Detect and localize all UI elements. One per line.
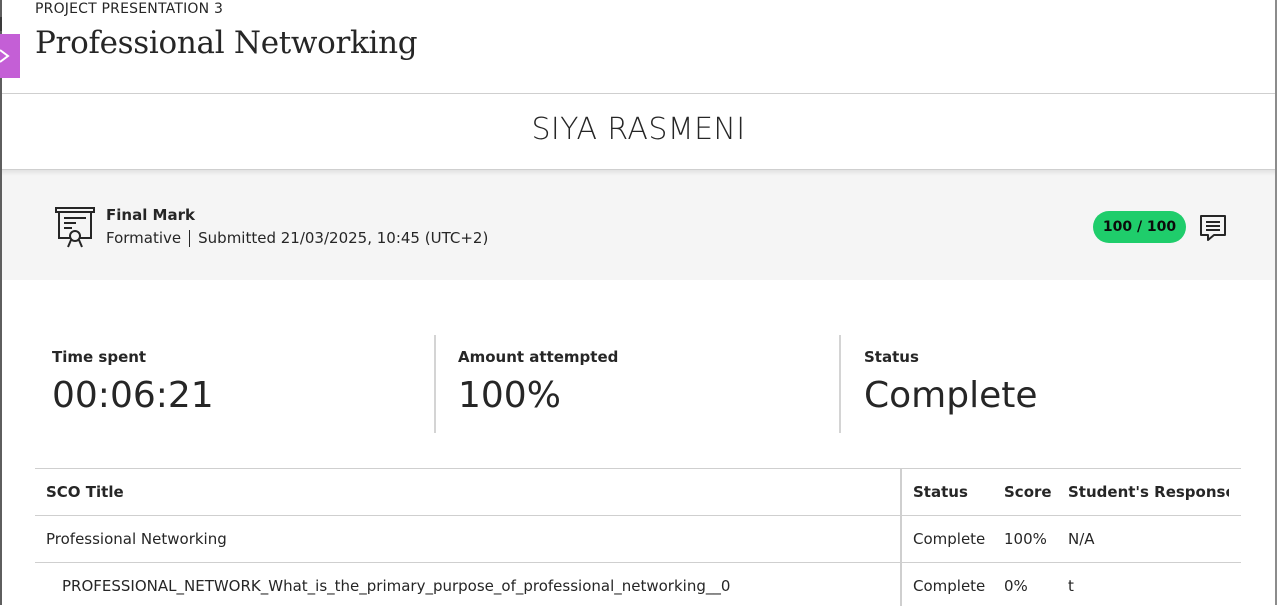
stat-label: Amount attempted	[458, 348, 618, 366]
column-header-score: Score	[993, 469, 1057, 516]
stat-divider	[434, 335, 436, 433]
cell-overflow	[1229, 563, 1241, 606]
sco-table: SCO Title Status Score Student's Respons…	[35, 468, 1241, 606]
column-header-overflow	[1229, 469, 1241, 516]
grade-meta: Formative Submitted 21/03/2025, 10:45 (U…	[106, 229, 488, 247]
meta-separator	[189, 230, 190, 247]
column-header-status: Status	[901, 469, 993, 516]
close-panel-button[interactable]	[0, 34, 20, 78]
grade-panel	[2, 170, 1275, 280]
grade-type: Formative	[106, 229, 181, 247]
submission-date: Submitted 21/03/2025, 10:45 (UTC+2)	[198, 229, 488, 247]
student-name: SIYA RASMENI	[2, 112, 1275, 147]
stat-label: Status	[864, 348, 919, 366]
cell-sco-title: Professional Networking	[35, 516, 901, 563]
column-header-response: Student's Response	[1057, 469, 1229, 516]
stat-value: 100%	[458, 375, 561, 416]
close-icon	[0, 48, 12, 64]
cell-score: 0%	[993, 563, 1057, 606]
page-header: PROJECT PRESENTATION 3 Professional Netw…	[0, 0, 1277, 94]
cell-response: t	[1057, 563, 1229, 606]
stat-value: Complete	[864, 375, 1038, 416]
table-header-row: SCO Title Status Score Student's Respons…	[35, 469, 1241, 516]
cell-sco-title: PROFESSIONAL_NETWORK_What_is_the_primary…	[35, 563, 901, 606]
cell-response: N/A	[1057, 516, 1229, 563]
stat-value: 00:06:21	[52, 375, 214, 416]
student-name-bar: SIYA RASMENI	[2, 94, 1275, 170]
cell-overflow	[1229, 516, 1241, 563]
page-title: Professional Networking	[35, 25, 417, 61]
grade-title: Final Mark	[106, 206, 195, 224]
cell-status: Complete	[901, 563, 993, 606]
panel-shadow	[2, 170, 1275, 176]
score-badge[interactable]: 100 / 100	[1093, 211, 1186, 243]
cell-score: 100%	[993, 516, 1057, 563]
column-header-sco-title: SCO Title	[35, 469, 901, 516]
course-eyebrow: PROJECT PRESENTATION 3	[35, 1, 223, 17]
cell-status: Complete	[901, 516, 993, 563]
stat-label: Time spent	[52, 348, 146, 366]
table-row: PROFESSIONAL_NETWORK_What_is_the_primary…	[35, 563, 1241, 606]
table-row: Professional Networking Complete 100% N/…	[35, 516, 1241, 563]
left-edge-marker	[0, 17, 3, 31]
left-border	[0, 0, 2, 605]
feedback-comment-icon[interactable]	[1199, 214, 1227, 242]
certificate-icon	[54, 205, 96, 249]
stat-divider	[839, 335, 841, 433]
